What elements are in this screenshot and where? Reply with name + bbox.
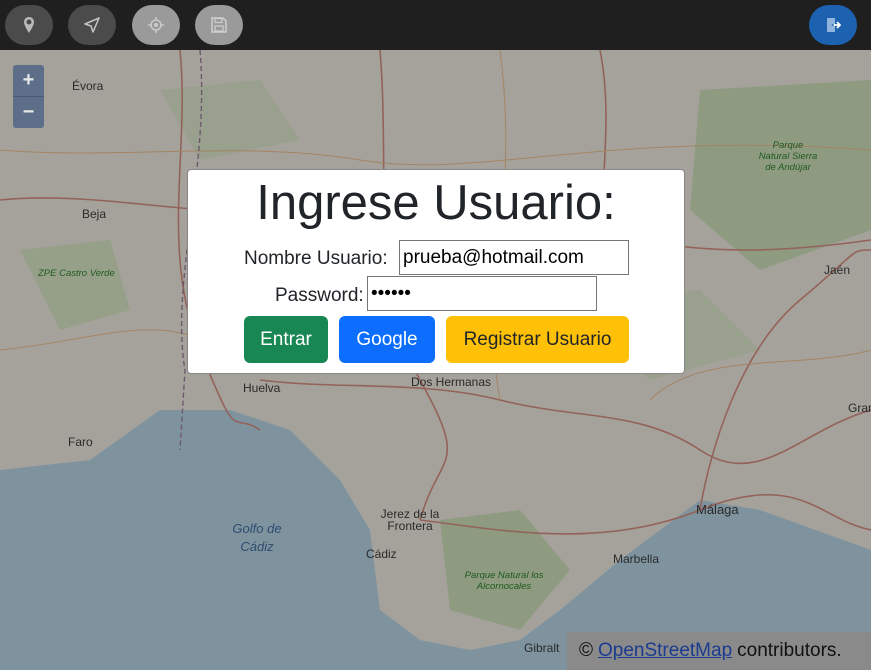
place-label: ZPE Castro Verde	[38, 268, 115, 279]
place-label: Parque Natural los Alcornocales	[464, 570, 544, 592]
password-input[interactable]	[367, 276, 597, 311]
login-dialog: Ingrese Usuario: Nombre Usuario: Passwor…	[187, 169, 685, 374]
map-attribution: © OpenStreetMap contributors.	[567, 632, 871, 670]
location-button[interactable]	[5, 5, 53, 45]
place-label: Cádiz	[366, 547, 397, 561]
place-label: Parque Natural Sierra de Andújar	[758, 140, 818, 173]
logout-button[interactable]	[809, 5, 857, 45]
top-toolbar	[0, 0, 871, 50]
place-label: Huelva	[243, 381, 281, 395]
openstreetmap-link[interactable]: OpenStreetMap	[598, 640, 732, 662]
place-label: Faro	[68, 435, 93, 449]
place-label: Gran	[848, 401, 871, 415]
username-label: Nombre Usuario:	[244, 248, 388, 269]
exit-door-icon	[827, 18, 841, 32]
login-title: Ingrese Usuario:	[256, 176, 616, 230]
navigation-arrow-icon	[84, 17, 100, 33]
zoom-in-button[interactable]: +	[13, 65, 44, 97]
map-pin-icon	[24, 17, 34, 33]
enter-button[interactable]: Entrar	[244, 316, 328, 363]
target-button[interactable]	[132, 5, 180, 45]
place-label: Dos Hermanas	[411, 375, 492, 389]
attribution-suffix: contributors.	[737, 640, 842, 661]
crosshair-icon	[148, 17, 164, 33]
place-label: Jaén	[824, 263, 851, 277]
place-label: Beja	[82, 207, 107, 221]
google-login-button[interactable]: Google	[339, 316, 435, 363]
place-label: Marbella	[613, 552, 660, 566]
place-label: Gibralt	[524, 641, 560, 655]
place-label: Évora	[72, 79, 104, 93]
save-button[interactable]	[195, 5, 243, 45]
navigate-button[interactable]	[68, 5, 116, 45]
place-label: Golfo de Cádiz	[232, 521, 282, 554]
floppy-disk-icon	[211, 17, 227, 33]
copyright-symbol: ©	[579, 640, 593, 661]
place-label: Málaga	[696, 502, 739, 517]
place-label: Jerez de la Frontera	[380, 507, 440, 533]
zoom-out-button[interactable]: −	[13, 97, 44, 128]
zoom-control: + −	[13, 65, 44, 128]
register-user-button[interactable]: Registrar Usuario	[446, 316, 629, 363]
username-input[interactable]	[399, 240, 629, 275]
password-label: Password:	[275, 285, 364, 306]
